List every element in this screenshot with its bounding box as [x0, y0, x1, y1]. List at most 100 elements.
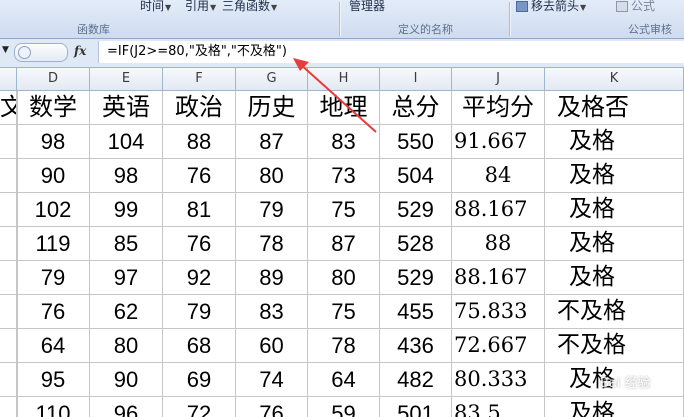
table-cell[interactable] — [0, 295, 17, 329]
table-cell[interactable]: 99 — [90, 193, 163, 227]
header-cell-partial[interactable]: 文 — [0, 91, 17, 125]
table-cell[interactable]: 及格 — [545, 125, 684, 159]
header-cell-total[interactable]: 总分 — [380, 91, 452, 125]
ribbon-datetime-button[interactable]: 时间▼ — [140, 0, 171, 14]
table-cell[interactable]: 98 — [90, 159, 163, 193]
table-cell[interactable]: 92 — [163, 261, 236, 295]
column-header-g[interactable]: G — [236, 68, 308, 90]
column-header-partial[interactable] — [0, 68, 17, 90]
table-cell[interactable]: 64 — [17, 329, 90, 363]
formula-button[interactable]: 公式 — [616, 0, 655, 14]
table-cell[interactable]: 76 — [163, 159, 236, 193]
column-header-k[interactable]: K — [545, 68, 684, 90]
table-cell[interactable]: 不及格 — [545, 295, 684, 329]
table-cell[interactable]: 62 — [90, 295, 163, 329]
table-cell[interactable]: 83 — [308, 125, 380, 159]
table-cell[interactable]: 88 — [452, 227, 545, 261]
table-cell[interactable]: 80.333 — [452, 363, 545, 397]
header-cell-pass[interactable]: 及格否 — [545, 91, 684, 125]
table-cell[interactable]: 85 — [90, 227, 163, 261]
table-cell[interactable]: 96 — [90, 397, 163, 417]
table-cell[interactable]: 79 — [163, 295, 236, 329]
table-cell[interactable]: 76 — [163, 227, 236, 261]
table-cell[interactable]: 97 — [90, 261, 163, 295]
table-cell[interactable] — [0, 329, 17, 363]
header-cell-math[interactable]: 数学 — [17, 91, 90, 125]
table-cell[interactable]: 及格 — [545, 397, 684, 417]
table-cell[interactable]: 91.667 — [452, 125, 545, 159]
table-cell[interactable] — [0, 261, 17, 295]
table-cell[interactable]: 及格 — [545, 159, 684, 193]
column-header-f[interactable]: F — [163, 68, 236, 90]
table-cell[interactable]: 98 — [17, 125, 90, 159]
table-cell[interactable]: 88.167 — [452, 261, 545, 295]
table-cell[interactable]: 79 — [17, 261, 90, 295]
table-cell[interactable]: 及格 — [545, 193, 684, 227]
table-cell[interactable] — [0, 193, 17, 227]
table-cell[interactable]: 102 — [17, 193, 90, 227]
table-cell[interactable] — [0, 227, 17, 261]
name-box-dropdown-icon[interactable]: ▼ — [2, 45, 9, 55]
table-cell[interactable]: 73 — [308, 159, 380, 193]
table-cell[interactable]: 69 — [163, 363, 236, 397]
table-cell[interactable]: 528 — [380, 227, 452, 261]
table-cell[interactable]: 76 — [17, 295, 90, 329]
formula-input[interactable]: =IF(J2>=80,"及格","不及格") — [98, 41, 684, 63]
column-header-i[interactable]: I — [380, 68, 452, 90]
header-cell-politics[interactable]: 政治 — [163, 91, 236, 125]
table-cell[interactable]: 及格 — [545, 227, 684, 261]
table-cell[interactable]: 482 — [380, 363, 452, 397]
table-cell[interactable]: 87 — [308, 227, 380, 261]
table-cell[interactable]: 83 — [236, 295, 308, 329]
table-cell[interactable]: 90 — [17, 159, 90, 193]
table-cell[interactable]: 72 — [163, 397, 236, 417]
table-cell[interactable]: 529 — [380, 261, 452, 295]
header-cell-english[interactable]: 英语 — [90, 91, 163, 125]
table-cell[interactable]: 不及格 — [545, 329, 684, 363]
table-cell[interactable]: 501 — [380, 397, 452, 417]
table-cell[interactable]: 84 — [452, 159, 545, 193]
table-cell[interactable] — [0, 159, 17, 193]
table-cell[interactable]: 78 — [308, 329, 380, 363]
table-cell[interactable]: 89 — [236, 261, 308, 295]
table-cell[interactable] — [0, 125, 17, 159]
column-header-j[interactable]: J — [452, 68, 545, 90]
header-cell-history[interactable]: 历史 — [236, 91, 308, 125]
column-header-h[interactable]: H — [308, 68, 380, 90]
table-cell[interactable]: 110 — [17, 397, 90, 417]
table-cell[interactable]: 104 — [90, 125, 163, 159]
table-cell[interactable]: 78 — [236, 227, 308, 261]
table-cell[interactable]: 79 — [236, 193, 308, 227]
table-cell[interactable] — [0, 363, 17, 397]
table-cell[interactable]: 74 — [236, 363, 308, 397]
table-cell[interactable]: 80 — [308, 261, 380, 295]
table-cell[interactable]: 60 — [236, 329, 308, 363]
name-manager-button[interactable]: 管理器 — [349, 0, 385, 14]
remove-arrows-button[interactable]: 移去箭头▼ — [516, 0, 586, 14]
table-cell[interactable]: 81 — [163, 193, 236, 227]
table-cell[interactable]: 及格 — [545, 261, 684, 295]
table-cell[interactable]: 550 — [380, 125, 452, 159]
table-cell[interactable]: 529 — [380, 193, 452, 227]
table-cell[interactable]: 75 — [308, 193, 380, 227]
table-cell[interactable]: 75 — [308, 295, 380, 329]
ribbon-math-button[interactable]: 三角函数▼ — [222, 0, 277, 14]
table-cell[interactable]: 72.667 — [452, 329, 545, 363]
table-cell[interactable]: 90 — [90, 363, 163, 397]
table-cell[interactable]: 83.5 — [452, 397, 545, 417]
table-cell[interactable]: 504 — [380, 159, 452, 193]
header-cell-geography[interactable]: 地理 — [308, 91, 380, 125]
table-cell[interactable]: 80 — [90, 329, 163, 363]
table-cell[interactable]: 119 — [17, 227, 90, 261]
table-cell[interactable]: 64 — [308, 363, 380, 397]
table-cell[interactable]: 95 — [17, 363, 90, 397]
insert-function-icon[interactable]: fx — [74, 44, 86, 58]
ribbon-lookup-button[interactable]: 引用▼ — [185, 0, 216, 14]
table-cell[interactable]: 75.833 — [452, 295, 545, 329]
table-cell[interactable]: 436 — [380, 329, 452, 363]
table-cell[interactable]: 88.167 — [452, 193, 545, 227]
header-cell-average[interactable]: 平均分 — [452, 91, 545, 125]
column-header-e[interactable]: E — [90, 68, 163, 90]
table-cell[interactable]: 76 — [236, 397, 308, 417]
formula-bar-expand-toggle[interactable] — [14, 43, 68, 62]
